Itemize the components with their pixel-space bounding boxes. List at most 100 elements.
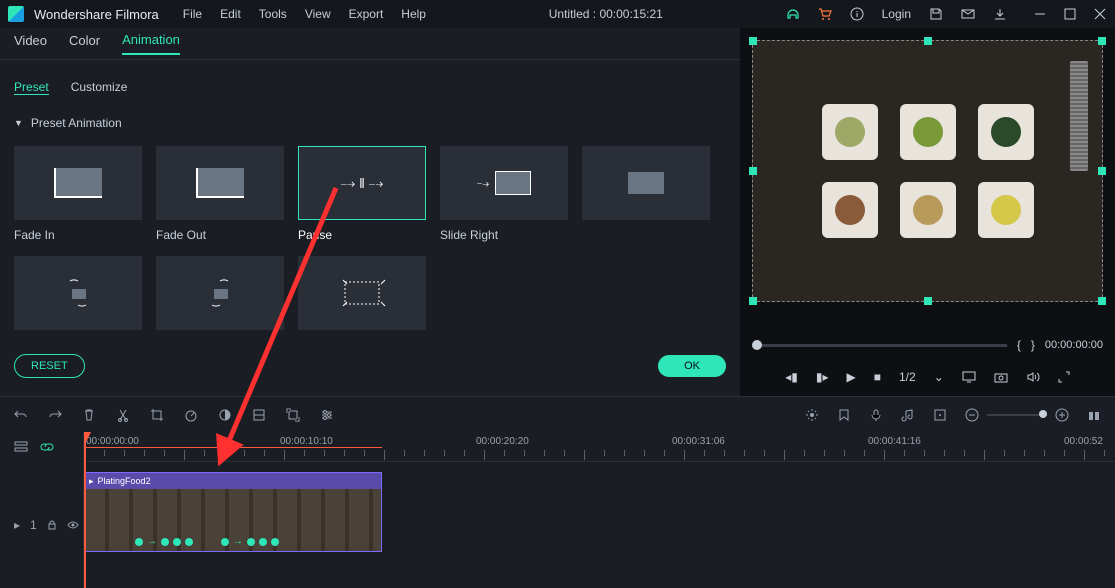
transform-handle-br[interactable] <box>1098 297 1106 305</box>
undo-icon[interactable] <box>14 408 28 422</box>
transform-handle-left[interactable] <box>749 167 757 175</box>
transform-handle-tr[interactable] <box>1098 37 1106 45</box>
login-button[interactable]: Login <box>882 7 911 21</box>
transform-handle-bottom[interactable] <box>924 297 932 305</box>
subtab-preset[interactable]: Preset <box>14 80 49 95</box>
menu-tools[interactable]: Tools <box>259 7 287 21</box>
preview-progress: { } 00:00:00:00 <box>740 332 1115 358</box>
transform-handle-top[interactable] <box>924 37 932 45</box>
lock-icon[interactable] <box>47 520 57 530</box>
info-icon[interactable] <box>850 7 864 21</box>
delete-icon[interactable] <box>82 408 96 422</box>
mic-icon[interactable] <box>869 408 883 422</box>
preset-label: Pause <box>298 228 426 242</box>
preset-fade-out[interactable]: Fade Out <box>156 146 284 242</box>
menu-export[interactable]: Export <box>349 7 384 21</box>
minimize-icon[interactable] <box>1033 7 1047 21</box>
detach-icon[interactable] <box>286 408 300 422</box>
ruler-label: 00:00:31:06 <box>672 436 725 447</box>
transform-handle-tl[interactable] <box>749 37 757 45</box>
download-icon[interactable] <box>993 7 1007 21</box>
preview-frame[interactable] <box>752 40 1103 302</box>
keyframe-icon[interactable] <box>933 408 947 422</box>
brace-right[interactable]: } <box>1031 338 1035 352</box>
transform-handle-bl[interactable] <box>749 297 757 305</box>
preview-controls: ◂▮ ▮▸ ▶ ■ 1/2 ⌄ <box>740 358 1115 396</box>
track-number: 1 <box>30 518 37 532</box>
headset-icon[interactable] <box>786 7 800 21</box>
preset-item-8[interactable] <box>298 256 426 330</box>
track-header[interactable]: ▸ 1 <box>0 462 83 588</box>
preset-pause[interactable]: ⤍ ‖ ⤍ Pause <box>298 146 426 242</box>
menu-view[interactable]: View <box>305 7 331 21</box>
menu-file[interactable]: File <box>183 7 202 21</box>
prev-frame-icon[interactable]: ◂▮ <box>785 370 798 384</box>
preview-slider[interactable] <box>752 344 1007 347</box>
brace-left[interactable]: { <box>1017 338 1021 352</box>
preset-fade-in[interactable]: Fade In <box>14 146 142 242</box>
property-tabs: Video Color Animation <box>0 28 740 60</box>
effects-icon[interactable] <box>805 408 819 422</box>
timeline-link-icon[interactable] <box>40 440 54 454</box>
preset-slide-right[interactable]: ⤍ Slide Right <box>440 146 568 242</box>
audio-icon[interactable] <box>901 408 915 422</box>
clip-name: PlatingFood2 <box>98 476 151 486</box>
marker-icon[interactable] <box>837 408 851 422</box>
timeline-manage-icon[interactable] <box>14 440 28 454</box>
play-icon[interactable]: ▶ <box>847 370 856 384</box>
greenscreen-icon[interactable] <box>252 408 266 422</box>
tab-video[interactable]: Video <box>14 33 47 54</box>
preview-viewport[interactable] <box>740 28 1115 332</box>
settings-icon[interactable] <box>320 408 334 422</box>
ok-button[interactable]: OK <box>658 355 726 377</box>
stop-icon[interactable]: ■ <box>874 370 881 384</box>
subtab-customize[interactable]: Customize <box>71 80 128 94</box>
cart-icon[interactable] <box>818 7 832 21</box>
panel-buttons: RESET OK <box>0 344 740 388</box>
chevron-down-icon[interactable]: ⌄ <box>934 370 944 384</box>
color-icon[interactable] <box>218 408 232 422</box>
snapshot-icon[interactable] <box>994 371 1008 383</box>
preset-item-5[interactable] <box>582 146 710 242</box>
preset-section: Preset Animation Fade In Fade Out ⤍ ‖ ⤍ … <box>0 102 740 344</box>
preset-item-7[interactable] <box>156 256 284 330</box>
preset-item-6[interactable] <box>14 256 142 330</box>
tab-color[interactable]: Color <box>69 33 100 54</box>
eye-icon[interactable] <box>67 520 79 530</box>
display-icon[interactable] <box>962 371 976 383</box>
crop-icon[interactable] <box>150 408 164 422</box>
timeline-ruler[interactable]: 00:00:00:00 00:00:10:10 00:00:20:20 00:0… <box>84 432 1115 462</box>
play-backward-icon[interactable]: ▮▸ <box>816 370 829 384</box>
menu-edit[interactable]: Edit <box>220 7 241 21</box>
clip-thumbnails: → → <box>85 489 381 551</box>
preset-section-header[interactable]: Preset Animation <box>14 116 726 130</box>
preset-label: Fade Out <box>156 228 284 242</box>
tab-animation[interactable]: Animation <box>122 32 180 55</box>
zoom-in-icon[interactable] <box>1055 408 1069 422</box>
playhead[interactable] <box>84 432 86 588</box>
clip-type-icon: ▸ <box>89 476 94 487</box>
close-icon[interactable] <box>1093 7 1107 21</box>
fullscreen-icon[interactable] <box>1058 371 1070 383</box>
timeline-tracks[interactable]: 00:00:00:00 00:00:10:10 00:00:20:20 00:0… <box>84 432 1115 588</box>
maximize-icon[interactable] <box>1063 7 1077 21</box>
reset-button[interactable]: RESET <box>14 354 85 378</box>
transform-handle-right[interactable] <box>1098 167 1106 175</box>
menu-help[interactable]: Help <box>401 7 426 21</box>
zoom-slider[interactable] <box>987 414 1047 416</box>
mail-icon[interactable] <box>961 7 975 21</box>
animation-subtabs: Preset Customize <box>0 72 740 102</box>
fit-icon[interactable] <box>1087 408 1101 422</box>
speed-icon[interactable] <box>184 408 198 422</box>
timeline-toolbar <box>0 396 1115 432</box>
redo-icon[interactable] <box>48 408 62 422</box>
save-icon[interactable] <box>929 7 943 21</box>
titlebar: Wondershare Filmora File Edit Tools View… <box>0 0 1115 28</box>
preview-object-grater <box>1070 61 1088 171</box>
preset-label: Slide Right <box>440 228 568 242</box>
timeline-clip[interactable]: ▸ PlatingFood2 → → <box>84 472 382 552</box>
preview-ratio[interactable]: 1/2 <box>899 370 916 384</box>
split-icon[interactable] <box>116 408 130 422</box>
volume-icon[interactable] <box>1026 371 1040 383</box>
zoom-out-icon[interactable] <box>965 408 979 422</box>
